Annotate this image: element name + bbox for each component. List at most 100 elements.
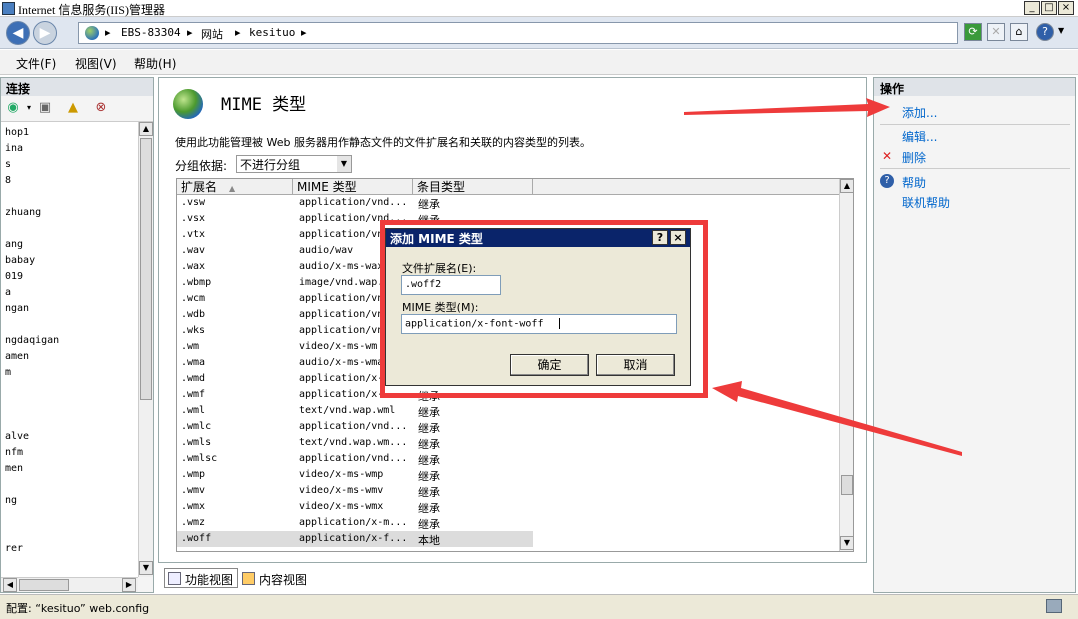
refresh-icon[interactable]: ⟳: [964, 23, 982, 41]
breadcrumb-sites[interactable]: 网站: [201, 26, 223, 42]
table-row[interactable]: .wmf application/x- 继承: [177, 387, 533, 403]
back-button[interactable]: ◀: [6, 21, 30, 45]
help-dropdown-icon[interactable]: ▼: [1058, 26, 1064, 35]
table-row[interactable]: .wmlsc application/vnd... 继承: [177, 451, 533, 467]
mime-type-input[interactable]: application/x-font-woff: [401, 314, 677, 334]
ok-button[interactable]: 确定: [510, 354, 589, 376]
tree-item[interactable]: amen: [5, 351, 29, 362]
col-entry-type[interactable]: 条目类型: [413, 179, 533, 195]
connect-dropdown-icon[interactable]: ▾: [21, 100, 37, 116]
content-view-icon: [242, 572, 255, 585]
stop-icon[interactable]: ✕: [987, 23, 1005, 41]
action-edit[interactable]: 编辑...: [902, 128, 937, 145]
scroll-up-icon[interactable]: ▲: [139, 122, 153, 136]
tree-item[interactable]: ina: [5, 143, 23, 154]
help-icon[interactable]: ?: [1036, 23, 1054, 41]
scroll-down-icon[interactable]: ▼: [139, 561, 153, 575]
tree-item[interactable]: 8: [5, 175, 11, 186]
cell-mime-type: application/vnd...: [299, 197, 408, 208]
col-extension[interactable]: 扩展名 ▲: [177, 179, 293, 195]
table-row[interactable]: .wml text/vnd.wap.wml 继承: [177, 403, 533, 419]
action-online-help[interactable]: 联机帮助: [902, 194, 950, 211]
cell-extension: .wma: [181, 357, 206, 368]
menu-view[interactable]: 视图(V): [75, 55, 117, 72]
cell-entry-type: 继承: [418, 470, 440, 483]
table-scroll-thumb[interactable]: [841, 475, 853, 495]
dialog-close-button[interactable]: ×: [670, 230, 686, 245]
breadcrumb-server[interactable]: EBS-83304: [121, 26, 181, 39]
cell-extension: .woff: [181, 533, 212, 544]
tree-item[interactable]: m: [5, 367, 11, 378]
tree-horizontal-scrollbar[interactable]: ◀ ▶: [1, 577, 138, 592]
site-tree[interactable]: hop1 ina s 8 zhuang ang babay 019 a ngan ngdaqigan…: [1, 122, 139, 577]
globe-icon: [85, 26, 99, 40]
cell-mime-type: application/vnd...: [299, 453, 408, 464]
maximize-button[interactable]: □: [1041, 1, 1057, 15]
table-row[interactable]: .woff application/x-f... 本地: [177, 531, 533, 547]
table-row[interactable]: .vsx application/vnd... 继承: [177, 211, 533, 227]
cell-extension: .wbmp: [181, 277, 212, 288]
extension-input[interactable]: .woff2: [401, 275, 501, 295]
table-scroll-down-icon[interactable]: ▼: [840, 536, 853, 550]
cell-extension: .wmlc: [181, 421, 212, 432]
action-add[interactable]: 添加...: [902, 104, 937, 121]
tree-item[interactable]: babay: [5, 255, 35, 266]
cell-extension: .wml: [181, 405, 206, 416]
menu-help[interactable]: 帮助(H): [134, 55, 176, 72]
tree-item[interactable]: hop1: [5, 127, 29, 138]
close-button[interactable]: ×: [1058, 1, 1074, 15]
delete-icon: ✕: [881, 149, 893, 163]
tree-item[interactable]: men: [5, 463, 23, 474]
table-row[interactable]: .wmz application/x-m... 继承: [177, 515, 533, 531]
tree-item[interactable]: ang: [5, 239, 23, 250]
cell-entry-type: 继承: [418, 198, 440, 211]
features-view-icon: [168, 572, 181, 585]
dialog-help-button[interactable]: ?: [652, 230, 668, 245]
scroll-thumb[interactable]: [140, 138, 152, 400]
tree-item[interactable]: ngan: [5, 303, 29, 314]
scroll-right-icon[interactable]: ▶: [122, 578, 136, 592]
group-by-select[interactable]: 不进行分组 ▼: [236, 155, 352, 173]
breadcrumb-site[interactable]: kesituo: [249, 26, 295, 39]
save-icon[interactable]: ▣: [37, 100, 53, 116]
cancel-button[interactable]: 取消: [596, 354, 675, 376]
menu-file[interactable]: 文件(F): [16, 55, 56, 72]
tab-content-view[interactable]: 内容视图: [238, 568, 312, 588]
action-delete[interactable]: 删除: [902, 149, 926, 166]
table-row[interactable]: .vsw application/vnd... 继承: [177, 195, 533, 211]
sort-asc-icon: ▲: [229, 184, 236, 193]
table-row[interactable]: .wmlc application/vnd... 继承: [177, 419, 533, 435]
cell-mime-type: audio/wav: [299, 245, 354, 256]
tree-item[interactable]: alve: [5, 431, 29, 442]
col-mime-type[interactable]: MIME 类型: [293, 179, 413, 195]
table-scroll-up-icon[interactable]: ▲: [840, 179, 853, 193]
forward-button[interactable]: ▶: [33, 21, 57, 45]
cell-extension: .wm: [181, 341, 200, 352]
minimize-button[interactable]: _: [1024, 1, 1040, 15]
address-field[interactable]: ▸ EBS-83304 ▸ 网站 ▸ kesituo ▸: [78, 22, 958, 44]
tree-item[interactable]: ngdaqigan: [5, 335, 59, 346]
action-help[interactable]: 帮助: [902, 174, 926, 191]
scroll-left-icon[interactable]: ◀: [3, 578, 17, 592]
table-vertical-scrollbar[interactable]: ▲ ▼: [839, 179, 853, 551]
connect-globe-icon[interactable]: ◉: [5, 100, 21, 116]
mime-type-label: MIME 类型(M):: [402, 301, 479, 314]
folder-up-icon[interactable]: ▲: [65, 100, 81, 116]
tree-item[interactable]: zhuang: [5, 207, 41, 218]
table-row[interactable]: .wmx video/x-ms-wmx 继承: [177, 499, 533, 515]
connections-toolbar: ◉ ▾ ▣ ▲ ⊗: [1, 96, 153, 122]
tree-item[interactable]: rer: [5, 543, 23, 554]
tree-item[interactable]: nfm: [5, 447, 23, 458]
tree-item[interactable]: a: [5, 287, 11, 298]
tab-features-view[interactable]: 功能视图: [164, 568, 239, 588]
disconnect-icon[interactable]: ⊗: [93, 100, 109, 116]
table-row[interactable]: .wmv video/x-ms-wmv 继承: [177, 483, 533, 499]
hscroll-thumb[interactable]: [19, 579, 69, 591]
tree-vertical-scrollbar[interactable]: ▲ ▼: [138, 122, 153, 577]
tree-item[interactable]: ng: [5, 495, 17, 506]
tree-item[interactable]: s: [5, 159, 11, 170]
home-icon[interactable]: ⌂: [1010, 23, 1028, 41]
table-row[interactable]: .wmp video/x-ms-wmp 继承: [177, 467, 533, 483]
table-row[interactable]: .wmls text/vnd.wap.wm... 继承: [177, 435, 533, 451]
tree-item[interactable]: 019: [5, 271, 23, 282]
